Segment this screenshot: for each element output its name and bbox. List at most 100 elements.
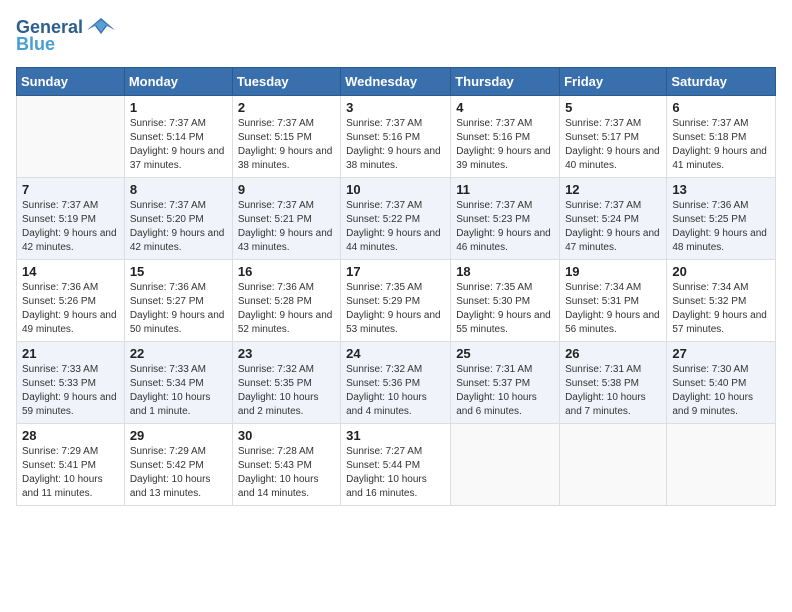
day-number: 25 xyxy=(456,346,554,361)
day-number: 23 xyxy=(238,346,335,361)
cell-sun-info: Sunrise: 7:31 AMSunset: 5:38 PMDaylight:… xyxy=(565,363,661,419)
calendar-cell: 27Sunrise: 7:30 AMSunset: 5:40 PMDayligh… xyxy=(667,342,776,424)
calendar-cell: 12 Sunrise: 7:37 AMSunset: 5:24 PMDayligh… xyxy=(560,178,667,260)
calendar-cell: 14 Sunrise: 7:36 AMSunset: 5:26 PMDayligh… xyxy=(17,260,125,342)
calendar-cell: 10 Sunrise: 7:37 AMSunset: 5:22 PMDayligh… xyxy=(341,178,451,260)
cell-sun-info: Sunrise: 7:36 AMSunset: 5:26 PMDaylight:… xyxy=(22,281,119,337)
calendar-cell: 11Sunrise: 7:37 AMSunset: 5:23 PMDayligh… xyxy=(451,178,560,260)
day-number: 8 xyxy=(130,182,227,197)
cell-sun-info: Sunrise: 7:37 AMSunset: 5:21 PMDaylight:… xyxy=(238,199,335,255)
cell-sun-info: Sunrise: 7:32 AMSunset: 5:35 PMDaylight:… xyxy=(238,363,335,419)
calendar-cell xyxy=(667,424,776,506)
day-number: 1 xyxy=(130,100,227,115)
day-number: 3 xyxy=(346,100,445,115)
calendar-cell xyxy=(17,96,125,178)
day-number: 28 xyxy=(22,428,119,443)
day-number: 9 xyxy=(238,182,335,197)
calendar-cell: 2 Sunrise: 7:37 AMSunset: 5:15 PMDaylight… xyxy=(232,96,340,178)
calendar-cell: 16Sunrise: 7:36 AMSunset: 5:28 PMDayligh… xyxy=(232,260,340,342)
day-number: 27 xyxy=(672,346,770,361)
day-number: 2 xyxy=(238,100,335,115)
calendar-header-row: SundayMondayTuesdayWednesdayThursdayFrid… xyxy=(17,68,776,96)
cell-sun-info: Sunrise: 7:37 AMSunset: 5:15 PMDaylight:… xyxy=(238,117,335,173)
calendar-cell: 13Sunrise: 7:36 AMSunset: 5:25 PMDayligh… xyxy=(667,178,776,260)
calendar-cell: 20Sunrise: 7:34 AMSunset: 5:32 PMDayligh… xyxy=(667,260,776,342)
calendar-week-row: 1 Sunrise: 7:37 AMSunset: 5:14 PMDaylight… xyxy=(17,96,776,178)
cell-sun-info: Sunrise: 7:34 AMSunset: 5:31 PMDaylight:… xyxy=(565,281,661,337)
day-number: 7 xyxy=(22,182,119,197)
cell-sun-info: Sunrise: 7:35 AMSunset: 5:30 PMDaylight:… xyxy=(456,281,554,337)
calendar-cell: 26 Sunrise: 7:31 AMSunset: 5:38 PMDayligh… xyxy=(560,342,667,424)
logo-blue-text: Blue xyxy=(16,34,55,55)
day-number: 22 xyxy=(130,346,227,361)
cell-sun-info: Sunrise: 7:27 AMSunset: 5:44 PMDaylight:… xyxy=(346,445,445,501)
cell-sun-info: Sunrise: 7:37 AMSunset: 5:23 PMDaylight:… xyxy=(456,199,554,255)
calendar-cell: 24 Sunrise: 7:32 AMSunset: 5:36 PMDayligh… xyxy=(341,342,451,424)
calendar-week-row: 14 Sunrise: 7:36 AMSunset: 5:26 PMDayligh… xyxy=(17,260,776,342)
day-number: 17 xyxy=(346,264,445,279)
day-number: 19 xyxy=(565,264,661,279)
day-header-thursday: Thursday xyxy=(451,68,560,96)
calendar-cell: 21 Sunrise: 7:33 AMSunset: 5:33 PMDayligh… xyxy=(17,342,125,424)
cell-sun-info: Sunrise: 7:29 AMSunset: 5:42 PMDaylight:… xyxy=(130,445,227,501)
day-number: 31 xyxy=(346,428,445,443)
day-header-friday: Friday xyxy=(560,68,667,96)
day-number: 18 xyxy=(456,264,554,279)
day-header-sunday: Sunday xyxy=(17,68,125,96)
cell-sun-info: Sunrise: 7:37 AMSunset: 5:14 PMDaylight:… xyxy=(130,117,227,173)
cell-sun-info: Sunrise: 7:31 AMSunset: 5:37 PMDaylight:… xyxy=(456,363,554,419)
cell-sun-info: Sunrise: 7:37 AMSunset: 5:24 PMDaylight:… xyxy=(565,199,661,255)
day-number: 20 xyxy=(672,264,770,279)
day-number: 21 xyxy=(22,346,119,361)
day-number: 6 xyxy=(672,100,770,115)
calendar-cell: 19 Sunrise: 7:34 AMSunset: 5:31 PMDayligh… xyxy=(560,260,667,342)
calendar-cell: 4Sunrise: 7:37 AMSunset: 5:16 PMDaylight… xyxy=(451,96,560,178)
day-number: 24 xyxy=(346,346,445,361)
day-number: 29 xyxy=(130,428,227,443)
cell-sun-info: Sunrise: 7:29 AMSunset: 5:41 PMDaylight:… xyxy=(22,445,119,501)
day-number: 16 xyxy=(238,264,335,279)
calendar-cell: 6 Sunrise: 7:37 AMSunset: 5:18 PMDaylight… xyxy=(667,96,776,178)
cell-sun-info: Sunrise: 7:37 AMSunset: 5:16 PMDaylight:… xyxy=(456,117,554,173)
cell-sun-info: Sunrise: 7:33 AMSunset: 5:33 PMDaylight:… xyxy=(22,363,119,419)
calendar-cell: 23 Sunrise: 7:32 AMSunset: 5:35 PMDayligh… xyxy=(232,342,340,424)
cell-sun-info: Sunrise: 7:37 AMSunset: 5:18 PMDaylight:… xyxy=(672,117,770,173)
calendar-cell: 25 Sunrise: 7:31 AMSunset: 5:37 PMDayligh… xyxy=(451,342,560,424)
logo: General Blue xyxy=(16,16,115,55)
day-number: 30 xyxy=(238,428,335,443)
cell-sun-info: Sunrise: 7:28 AMSunset: 5:43 PMDaylight:… xyxy=(238,445,335,501)
cell-sun-info: Sunrise: 7:37 AMSunset: 5:20 PMDaylight:… xyxy=(130,199,227,255)
day-number: 14 xyxy=(22,264,119,279)
calendar-cell: 8 Sunrise: 7:37 AMSunset: 5:20 PMDaylight… xyxy=(124,178,232,260)
cell-sun-info: Sunrise: 7:35 AMSunset: 5:29 PMDaylight:… xyxy=(346,281,445,337)
calendar-week-row: 7 Sunrise: 7:37 AMSunset: 5:19 PMDaylight… xyxy=(17,178,776,260)
calendar-cell: 9 Sunrise: 7:37 AMSunset: 5:21 PMDaylight… xyxy=(232,178,340,260)
header: General Blue xyxy=(16,16,776,55)
day-number: 12 xyxy=(565,182,661,197)
calendar-cell: 17 Sunrise: 7:35 AMSunset: 5:29 PMDayligh… xyxy=(341,260,451,342)
calendar-cell: 28 Sunrise: 7:29 AMSunset: 5:41 PMDayligh… xyxy=(17,424,125,506)
cell-sun-info: Sunrise: 7:37 AMSunset: 5:16 PMDaylight:… xyxy=(346,117,445,173)
calendar-cell: 22 Sunrise: 7:33 AMSunset: 5:34 PMDayligh… xyxy=(124,342,232,424)
cell-sun-info: Sunrise: 7:32 AMSunset: 5:36 PMDaylight:… xyxy=(346,363,445,419)
calendar-week-row: 21 Sunrise: 7:33 AMSunset: 5:33 PMDayligh… xyxy=(17,342,776,424)
day-number: 10 xyxy=(346,182,445,197)
calendar-cell: 15Sunrise: 7:36 AMSunset: 5:27 PMDayligh… xyxy=(124,260,232,342)
calendar-table: SundayMondayTuesdayWednesdayThursdayFrid… xyxy=(16,67,776,506)
day-number: 13 xyxy=(672,182,770,197)
calendar-cell: 1 Sunrise: 7:37 AMSunset: 5:14 PMDaylight… xyxy=(124,96,232,178)
calendar-cell: 18 Sunrise: 7:35 AMSunset: 5:30 PMDayligh… xyxy=(451,260,560,342)
calendar-cell xyxy=(451,424,560,506)
day-number: 26 xyxy=(565,346,661,361)
cell-sun-info: Sunrise: 7:37 AMSunset: 5:19 PMDaylight:… xyxy=(22,199,119,255)
cell-sun-info: Sunrise: 7:33 AMSunset: 5:34 PMDaylight:… xyxy=(130,363,227,419)
day-number: 5 xyxy=(565,100,661,115)
cell-sun-info: Sunrise: 7:37 AMSunset: 5:22 PMDaylight:… xyxy=(346,199,445,255)
day-header-saturday: Saturday xyxy=(667,68,776,96)
calendar-cell: 3 Sunrise: 7:37 AMSunset: 5:16 PMDaylight… xyxy=(341,96,451,178)
day-header-tuesday: Tuesday xyxy=(232,68,340,96)
cell-sun-info: Sunrise: 7:36 AMSunset: 5:27 PMDaylight:… xyxy=(130,281,227,337)
calendar-cell: 29 Sunrise: 7:29 AMSunset: 5:42 PMDayligh… xyxy=(124,424,232,506)
calendar-cell: 5 Sunrise: 7:37 AMSunset: 5:17 PMDaylight… xyxy=(560,96,667,178)
cell-sun-info: Sunrise: 7:37 AMSunset: 5:17 PMDaylight:… xyxy=(565,117,661,173)
